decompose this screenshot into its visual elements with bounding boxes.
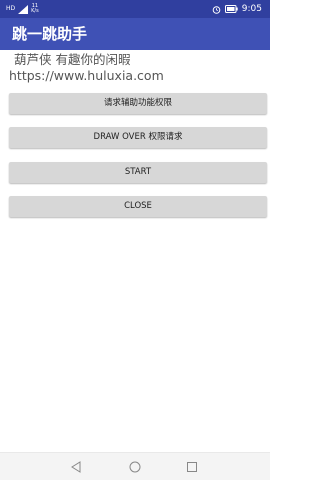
battery-icon [224,5,238,13]
app-title: 跳一跳助手 [12,25,88,43]
status-bar: HD 11 K/s 9:05 [0,0,270,18]
recent-apps-icon[interactable] [185,460,199,474]
info-slogan: 葫芦侠 有趣你的闲暇 [14,52,131,67]
status-time: 9:05 [241,4,262,14]
home-icon[interactable] [128,460,142,474]
start-button[interactable]: START [9,162,267,183]
draw-over-permission-button[interactable]: DRAW OVER 权限请求 [9,127,267,148]
back-icon[interactable] [69,460,83,474]
close-button[interactable]: CLOSE [9,196,267,217]
net-speed-unit: K/s [31,8,39,14]
net-speed: 11 K/s [31,4,39,14]
signal-icon [18,4,29,14]
hd-icon: HD [6,5,16,12]
navigation-bar [0,452,270,480]
app-screen: HD 11 K/s 9:05 跳一跳助手 葫芦侠 有趣你的闲暇 https://… [0,0,270,480]
request-accessibility-button[interactable]: 请求辅助功能权限 [9,93,267,114]
action-bar: 跳一跳助手 [0,18,270,50]
alarm-icon [212,5,221,14]
info-url: https://www.huluxia.com [9,68,164,83]
